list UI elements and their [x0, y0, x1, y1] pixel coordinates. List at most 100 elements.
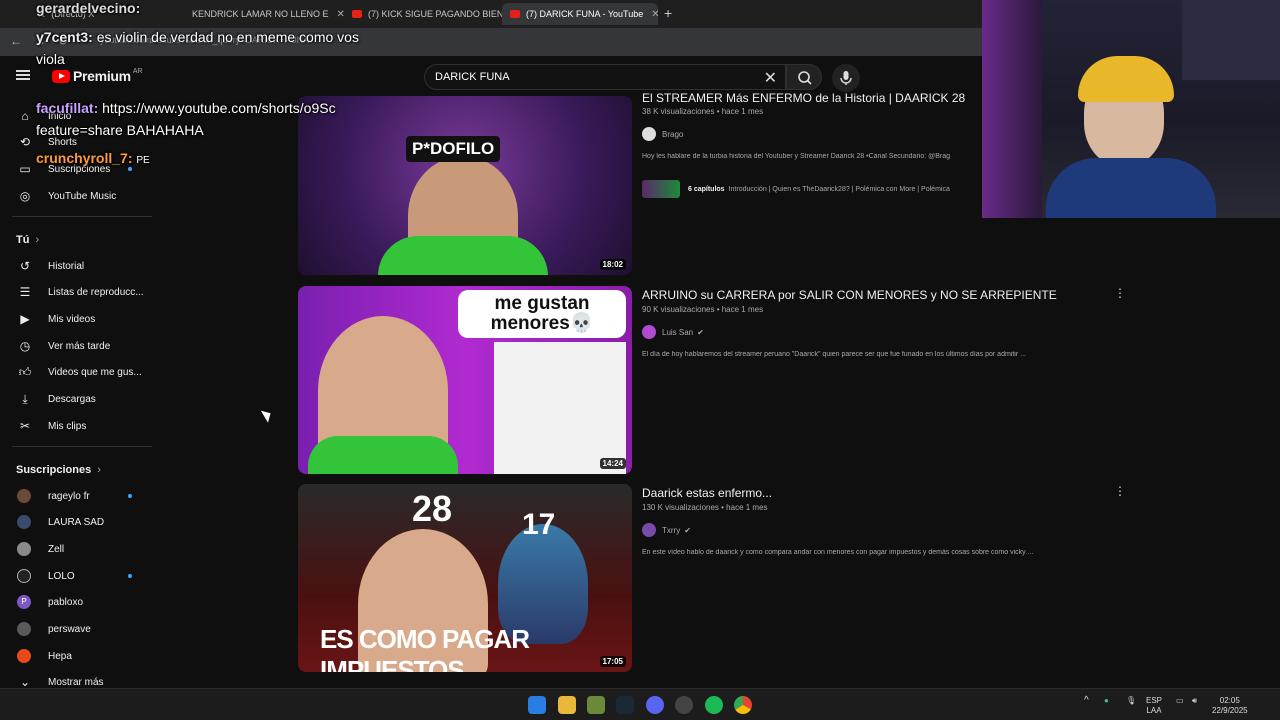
channel-avatar: [17, 569, 31, 583]
sidebar-item-history[interactable]: ↺ Historial: [0, 253, 160, 279]
video-description: Hoy les hablare de la turbia historia de…: [642, 153, 951, 160]
sidebar-sub-item[interactable]: LOLO: [0, 563, 160, 589]
app-icon[interactable]: [675, 696, 693, 714]
file-explorer-icon[interactable]: [558, 696, 576, 714]
volume-icon[interactable]: 🔊︎: [1192, 696, 1197, 706]
sidebar-sub-item[interactable]: perswave: [0, 616, 160, 642]
sidebar-section-subscriptions[interactable]: Suscripciones ›: [16, 464, 101, 476]
video-title[interactable]: ARRUINO su CARRERA por SALIR CON MENORES…: [642, 288, 1057, 302]
channel-avatar: [17, 542, 31, 556]
sidebar-sub-item[interactable]: rageylo fr: [0, 483, 160, 509]
chapters-count: 6 capítulos: [688, 185, 725, 193]
sidebar-item-my-videos[interactable]: ▶ Mis videos: [0, 306, 160, 332]
sidebar-sub-item[interactable]: Hepa: [0, 643, 160, 669]
tab-label: KENDRICK LAMAR NO LLENO E: [192, 9, 329, 19]
sidebar-item-label: Descargas: [48, 393, 96, 405]
tray-chevron-icon[interactable]: ^: [1084, 696, 1089, 706]
video-thumbnail[interactable]: me gustan menores💀 14:24: [298, 286, 632, 474]
back-icon[interactable]: ←: [10, 34, 22, 48]
sidebar-section-you[interactable]: Tú ›: [16, 234, 39, 246]
channel-avatar: [642, 325, 656, 339]
video-title[interactable]: Daarick estas enfermo...: [642, 486, 772, 500]
sidebar-item-label: Listas de reproducc...: [48, 286, 144, 298]
thumbnail-caption: P*DOFILO: [406, 136, 501, 162]
video-title[interactable]: El STREAMER Más ENFERMO de la Historia |…: [642, 91, 965, 105]
new-content-dot: [128, 494, 132, 498]
video-description: En este vídeo hablo de daarick y como co…: [642, 549, 1034, 556]
duration-badge: 14:24: [599, 458, 626, 469]
browser-tab[interactable]: KENDRICK LAMAR NO LLENO E ✕: [184, 3, 344, 25]
tray-app-icon[interactable]: ●: [1104, 696, 1109, 706]
network-icon[interactable]: ▭: [1176, 696, 1184, 706]
windows-start-icon[interactable]: [528, 696, 546, 714]
chevron-right-icon: ›: [35, 234, 40, 246]
search-input[interactable]: DARICK FUNA ✕: [424, 64, 786, 90]
new-content-dot: [128, 574, 132, 578]
channel-avatar: [642, 127, 656, 141]
more-options-icon[interactable]: ⋮: [1114, 484, 1126, 498]
sidebar-item-liked[interactable]: 👍︎ Videos que me gus...: [0, 359, 160, 385]
webcam-overlay: [982, 0, 1280, 218]
chrome-icon[interactable]: [734, 696, 752, 714]
discord-icon[interactable]: [646, 696, 664, 714]
home-icon: ⌂: [21, 109, 29, 123]
sidebar-item-playlists[interactable]: ☰ Listas de reproducc...: [0, 279, 160, 305]
sidebar-sub-item[interactable]: Zell: [0, 536, 160, 562]
logo-word: Premium: [73, 68, 131, 84]
browser-tab-active[interactable]: (7) DARICK FUNA - YouTube ✕: [502, 3, 658, 25]
search-button[interactable]: [786, 64, 822, 90]
spotify-icon[interactable]: [705, 696, 723, 714]
channel-name: Luis San: [662, 327, 694, 337]
video-thumbnail[interactable]: 28 17 ES COMO PAGAR IMPUESTOS 17:05: [298, 484, 632, 672]
sidebar-item-clips[interactable]: ✂ Mis clips: [0, 413, 160, 439]
sidebar-item-music[interactable]: ◎ YouTube Music: [0, 183, 160, 209]
sidebar-item-label: Mis videos: [48, 313, 96, 325]
thumbnail-caption: ES COMO PAGAR IMPUESTOS: [320, 624, 530, 672]
sidebar-item-label: Hepa: [48, 650, 72, 662]
clock-date: 22/9/2025: [1212, 706, 1248, 715]
steam-icon[interactable]: [616, 696, 634, 714]
sidebar-sub-item[interactable]: P pabloxo: [0, 589, 160, 615]
close-icon[interactable]: ✕: [337, 9, 344, 20]
my-videos-icon: ▶: [20, 312, 30, 326]
channel-link[interactable]: Brago: [642, 127, 683, 141]
duration-badge: 18:02: [599, 259, 626, 270]
channel-link[interactable]: Txrry ✔: [642, 523, 691, 537]
sidebar: ⌂ Inicio ⟲ Shorts ▭ Suscripciones ◎ YouT…: [0, 96, 160, 689]
menu-icon[interactable]: [16, 70, 30, 80]
chat-username: gerardelvecino:: [36, 0, 141, 16]
clear-search-icon[interactable]: ✕: [764, 68, 777, 88]
chat-message: facufillat: https://www.youtube.com/shor…: [36, 97, 366, 141]
chapters-row[interactable]: 6 capítulos Introducción | Quien es TheD…: [642, 180, 950, 198]
new-tab-icon[interactable]: +: [664, 5, 672, 21]
thumbnail-caption: me gustan menores💀: [458, 290, 626, 338]
divider: [12, 216, 152, 217]
sidebar-sub-item[interactable]: LAURA SAD: [0, 509, 160, 535]
microphone-icon[interactable]: 🎙︎: [1126, 696, 1136, 706]
chapter-thumbnail: [642, 180, 680, 198]
browser-tab[interactable]: (7) KICK SIGUE PAGANDO BIEN ✕: [344, 3, 504, 25]
sidebar-item-label: LOLO: [48, 570, 75, 582]
more-options-icon[interactable]: ⋮: [1114, 286, 1126, 300]
chat-username: y7cent3:: [36, 29, 93, 45]
video-result[interactable]: me gustan menores💀 14:24 ARRUINO su CARR…: [298, 286, 1128, 474]
sidebar-item-watch-later[interactable]: ◷ Ver más tarde: [0, 333, 160, 359]
sidebar-item-label: pabloxo: [48, 596, 84, 608]
youtube-favicon-icon: [352, 10, 362, 18]
minecraft-icon[interactable]: [587, 696, 605, 714]
close-icon[interactable]: ✕: [651, 9, 658, 20]
clock[interactable]: 02:05 22/9/2025: [1212, 696, 1248, 716]
clips-icon: ✂: [19, 419, 31, 433]
video-description: El día de hoy hablaremos del streamer pe…: [642, 351, 1026, 358]
youtube-logo[interactable]: Premium AR: [52, 68, 143, 84]
playlists-icon: ☰: [19, 285, 31, 299]
language-bottom: LAA: [1146, 706, 1162, 715]
thumbnail-number: 28: [412, 488, 453, 529]
channel-link[interactable]: Luis San ✔: [642, 325, 704, 339]
language-indicator[interactable]: ESP LAA: [1146, 696, 1162, 716]
section-heading: Tú: [16, 234, 30, 246]
chat-username: facufillat:: [36, 100, 99, 116]
sidebar-item-downloads[interactable]: ⤓ Descargas: [0, 386, 160, 412]
video-result[interactable]: 28 17 ES COMO PAGAR IMPUESTOS 17:05 Daar…: [298, 484, 1128, 672]
verified-icon: ✔: [697, 327, 704, 337]
